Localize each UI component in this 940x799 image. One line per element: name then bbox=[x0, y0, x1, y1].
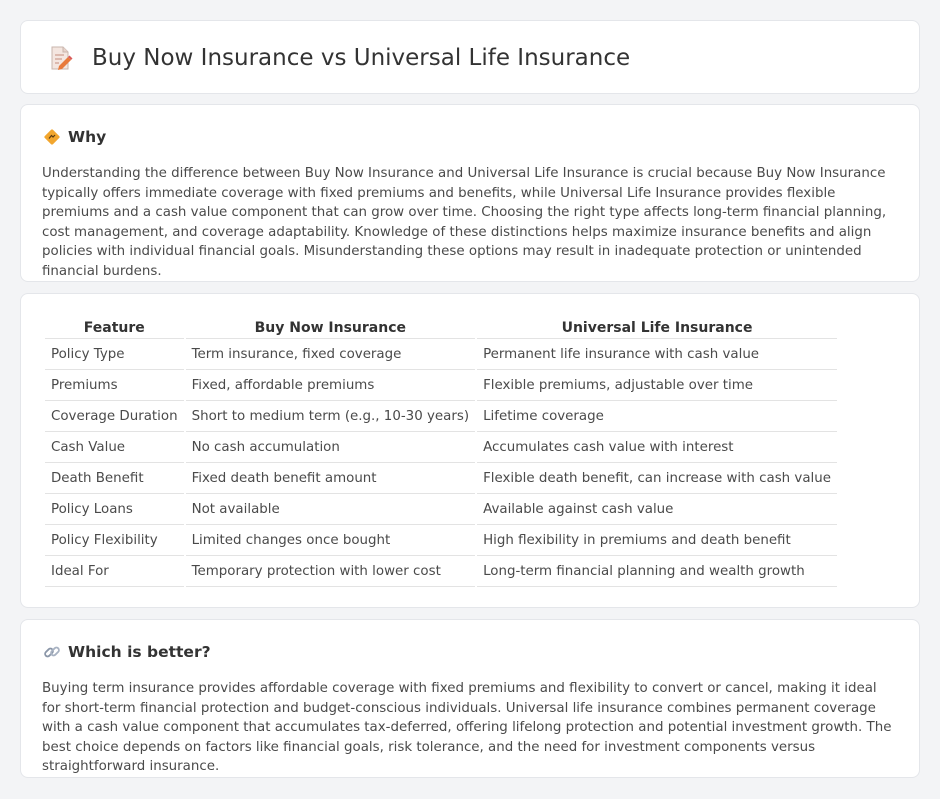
header-universal-life: Universal Life Insurance bbox=[477, 314, 837, 339]
table-row: Policy Type Term insurance, fixed covera… bbox=[45, 339, 837, 370]
table-row: Policy Loans Not available Available aga… bbox=[45, 494, 837, 525]
which-is-better-section: Which is better? Buying term insurance p… bbox=[20, 619, 920, 778]
cell-universal-life: Permanent life insurance with cash value bbox=[477, 339, 837, 370]
page-title: Buy Now Insurance vs Universal Life Insu… bbox=[92, 45, 631, 71]
better-heading-row: Which is better? bbox=[43, 641, 211, 663]
table-row: Premiums Fixed, affordable premiums Flex… bbox=[45, 370, 837, 401]
cell-universal-life: Long-term financial planning and wealth … bbox=[477, 556, 837, 587]
document-pencil-icon bbox=[47, 45, 73, 71]
why-heading-row: Why bbox=[43, 126, 106, 148]
cell-universal-life: High flexibility in premiums and death b… bbox=[477, 525, 837, 556]
link-icon bbox=[43, 643, 61, 661]
title-card: Buy Now Insurance vs Universal Life Insu… bbox=[20, 20, 920, 94]
table-row: Policy Flexibility Limited changes once … bbox=[45, 525, 837, 556]
cell-buy-now: Temporary protection with lower cost bbox=[185, 556, 476, 587]
table-row: Cash Value No cash accumulation Accumula… bbox=[45, 432, 837, 463]
table-row: Ideal For Temporary protection with lowe… bbox=[45, 556, 837, 587]
comparison-section: Feature Buy Now Insurance Universal Life… bbox=[20, 293, 920, 608]
header-buy-now: Buy Now Insurance bbox=[185, 314, 476, 339]
cell-universal-life: Flexible death benefit, can increase wit… bbox=[477, 463, 837, 494]
cell-feature: Coverage Duration bbox=[45, 401, 184, 432]
table-row: Coverage Duration Short to medium term (… bbox=[45, 401, 837, 432]
cell-feature: Cash Value bbox=[45, 432, 184, 463]
header-feature: Feature bbox=[45, 314, 184, 339]
why-body: Understanding the difference between Buy… bbox=[42, 166, 887, 279]
why-heading: Why bbox=[68, 128, 107, 146]
cell-feature: Ideal For bbox=[45, 556, 184, 587]
cell-buy-now: Not available bbox=[185, 494, 476, 525]
why-section: Why Understanding the difference between… bbox=[20, 104, 920, 282]
cell-feature: Policy Flexibility bbox=[45, 525, 184, 556]
table-row: Death Benefit Fixed death benefit amount… bbox=[45, 463, 837, 494]
cell-feature: Death Benefit bbox=[45, 463, 184, 494]
cell-feature: Premiums bbox=[45, 370, 184, 401]
better-body: Buying term insurance provides affordabl… bbox=[42, 681, 892, 775]
cell-buy-now: Short to medium term (e.g., 10-30 years) bbox=[185, 401, 476, 432]
cell-buy-now: Term insurance, fixed coverage bbox=[185, 339, 476, 370]
cell-universal-life: Accumulates cash value with interest bbox=[477, 432, 837, 463]
comparison-table: Feature Buy Now Insurance Universal Life… bbox=[43, 314, 839, 587]
table-header-row: Feature Buy Now Insurance Universal Life… bbox=[45, 314, 837, 339]
cell-feature: Policy Loans bbox=[45, 494, 184, 525]
cell-buy-now: Limited changes once bought bbox=[185, 525, 476, 556]
cell-universal-life: Flexible premiums, adjustable over time bbox=[477, 370, 837, 401]
cell-universal-life: Lifetime coverage bbox=[477, 401, 837, 432]
better-heading: Which is better? bbox=[68, 643, 211, 661]
cell-buy-now: Fixed death benefit amount bbox=[185, 463, 476, 494]
cell-buy-now: Fixed, affordable premiums bbox=[185, 370, 476, 401]
diamond-sign-icon bbox=[43, 128, 61, 146]
cell-universal-life: Available against cash value bbox=[477, 494, 837, 525]
cell-buy-now: No cash accumulation bbox=[185, 432, 476, 463]
cell-feature: Policy Type bbox=[45, 339, 184, 370]
